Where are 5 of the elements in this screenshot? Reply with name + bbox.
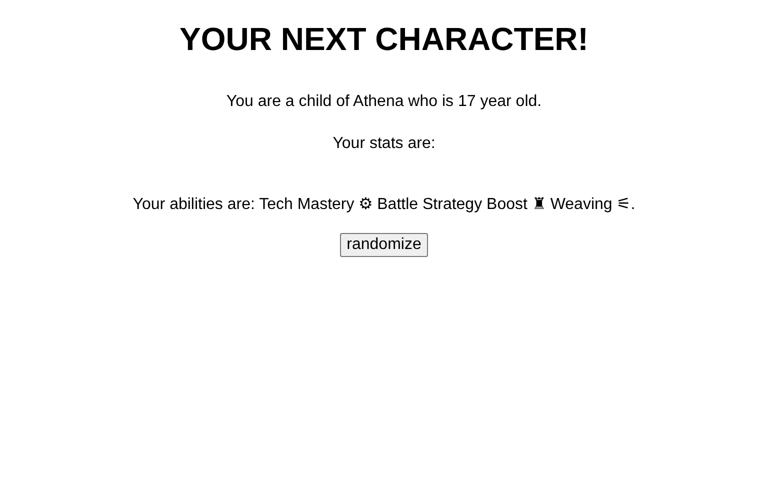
abilities-text: Your abilities are: Tech Mastery ⚙ Battle Strategy Boost ♜ Weaving ⚟. (132, 196, 636, 214)
stats-label: Your stats are: (332, 135, 436, 153)
page-title: YOUR NEXT CHARACTER! (180, 21, 588, 58)
intro-text: You are a child of Athena who is 17 year old. (226, 93, 542, 111)
randomize-button[interactable]: randomize (340, 233, 428, 257)
